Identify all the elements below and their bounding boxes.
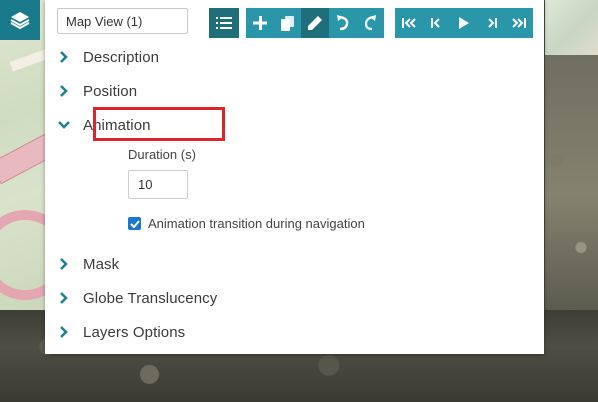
list-icon xyxy=(216,17,232,29)
map-imagery-tile xyxy=(545,0,598,60)
layers-button[interactable] xyxy=(0,0,40,40)
redo-icon xyxy=(364,15,376,31)
first-icon xyxy=(401,18,416,28)
highlight-box xyxy=(93,107,225,141)
section-label: Layers Options xyxy=(83,323,186,341)
section-label: Mask xyxy=(83,255,120,273)
section-label: Position xyxy=(83,82,138,100)
section-layers-options[interactable]: Layers Options xyxy=(53,316,185,348)
edit-button[interactable] xyxy=(301,8,329,38)
chevron-right-icon xyxy=(53,288,75,308)
next-icon xyxy=(487,18,497,28)
section-mask[interactable]: Mask xyxy=(53,248,119,280)
previous-icon xyxy=(431,18,440,28)
last-icon xyxy=(512,18,526,28)
transition-label: Animation transition during navigation xyxy=(148,216,365,231)
undo-button[interactable] xyxy=(329,8,356,38)
chevron-right-icon xyxy=(53,47,75,67)
duration-label: Duration (s) xyxy=(128,147,196,162)
chevron-right-icon xyxy=(53,81,75,101)
section-globe-translucency[interactable]: Globe Translucency xyxy=(53,282,217,314)
undo-icon xyxy=(336,15,348,31)
layers-icon xyxy=(10,12,30,30)
section-position[interactable]: Position xyxy=(53,75,137,107)
view-name-field[interactable]: Map View (1) xyxy=(57,8,188,34)
duration-input[interactable]: 10 xyxy=(128,170,188,199)
section-description[interactable]: Description xyxy=(53,41,159,73)
map-view-panel: Map View (1) Description Position Animat… xyxy=(45,0,544,354)
previous-button[interactable] xyxy=(422,8,450,38)
pencil-icon xyxy=(308,16,322,30)
last-button[interactable] xyxy=(505,8,533,38)
add-button[interactable] xyxy=(246,8,274,38)
play-icon xyxy=(459,17,469,29)
transition-checkbox[interactable] xyxy=(128,217,141,230)
chevron-right-icon xyxy=(53,254,75,274)
chevron-right-icon xyxy=(53,322,75,342)
section-label: Globe Translucency xyxy=(83,289,218,307)
add-icon xyxy=(253,16,267,30)
copy-button[interactable] xyxy=(274,8,301,38)
checkmark-icon xyxy=(129,219,140,228)
animation-transition-option[interactable]: Animation transition during navigation xyxy=(128,216,365,231)
section-label: Description xyxy=(83,48,160,66)
first-button[interactable] xyxy=(395,8,422,38)
redo-button[interactable] xyxy=(356,8,384,38)
next-button[interactable] xyxy=(478,8,505,38)
play-button[interactable] xyxy=(450,8,478,38)
list-button[interactable] xyxy=(209,8,239,38)
chevron-down-icon xyxy=(53,115,75,135)
copy-icon xyxy=(281,15,294,31)
